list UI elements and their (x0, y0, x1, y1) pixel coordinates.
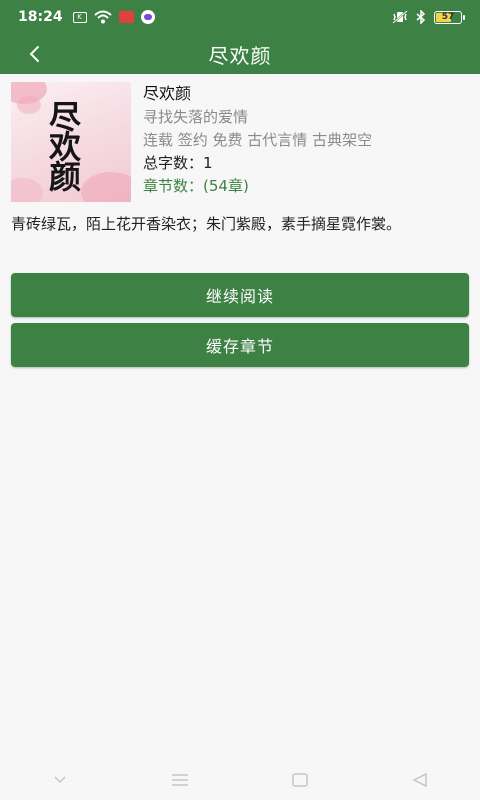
continue-reading-button[interactable]: 继续阅读 (11, 273, 469, 317)
cover-blossom (11, 178, 43, 202)
battery-level: 57 (441, 11, 455, 22)
cover-title-calligraphy: 尽欢颜 (44, 100, 82, 190)
menu-icon (172, 774, 188, 786)
home-icon (292, 773, 308, 787)
chevron-left-icon (29, 46, 39, 62)
battery-icon: 57 (434, 10, 465, 24)
book-cover[interactable]: 尽欢颜 (11, 82, 131, 202)
status-bar: 18:24 K 57 (0, 0, 480, 34)
vibrate-icon (392, 10, 408, 24)
status-time: 18:24 (18, 9, 63, 25)
nav-collapse-button[interactable] (40, 765, 80, 795)
word-count: 总字数：1 (143, 154, 213, 172)
k-app-icon: K (72, 11, 87, 23)
app-bar: 尽欢颜 (0, 34, 480, 74)
chat-app-icon (140, 10, 155, 24)
system-icons: 57 (392, 10, 465, 24)
book-meta: 尽欢颜 寻找失落的爱情 连载 签约 免费 古代言情 古典架空 总字数：1 章节数… (143, 82, 463, 198)
system-nav-bar (0, 760, 480, 800)
cache-chapters-button[interactable]: 缓存章节 (11, 323, 469, 367)
notification-icons: K (72, 10, 155, 24)
book-title: 尽欢颜 (143, 84, 192, 103)
bluetooth-icon (416, 10, 426, 24)
book-tags: 连载 签约 免费 古代言情 古典架空 (143, 131, 373, 149)
chevron-down-icon (54, 776, 66, 784)
nav-menu-button[interactable] (160, 765, 200, 795)
cover-blossom (17, 96, 41, 114)
nav-back-button[interactable] (400, 765, 440, 795)
back-triangle-icon (412, 773, 427, 787)
book-description: 青砖绿瓦，陌上花开香染衣；朱门紫殿，素手摘星霓作裳。 (11, 215, 402, 233)
chapter-count[interactable]: 章节数：(54章) (143, 175, 463, 198)
page-title: 尽欢颜 (208, 43, 272, 68)
back-button[interactable] (18, 38, 50, 70)
cover-blossom (81, 172, 131, 202)
red-app-icon (118, 11, 134, 23)
book-subtitle: 寻找失落的爱情 (143, 108, 249, 126)
nav-home-button[interactable] (280, 765, 320, 795)
wifi-icon (93, 10, 112, 24)
